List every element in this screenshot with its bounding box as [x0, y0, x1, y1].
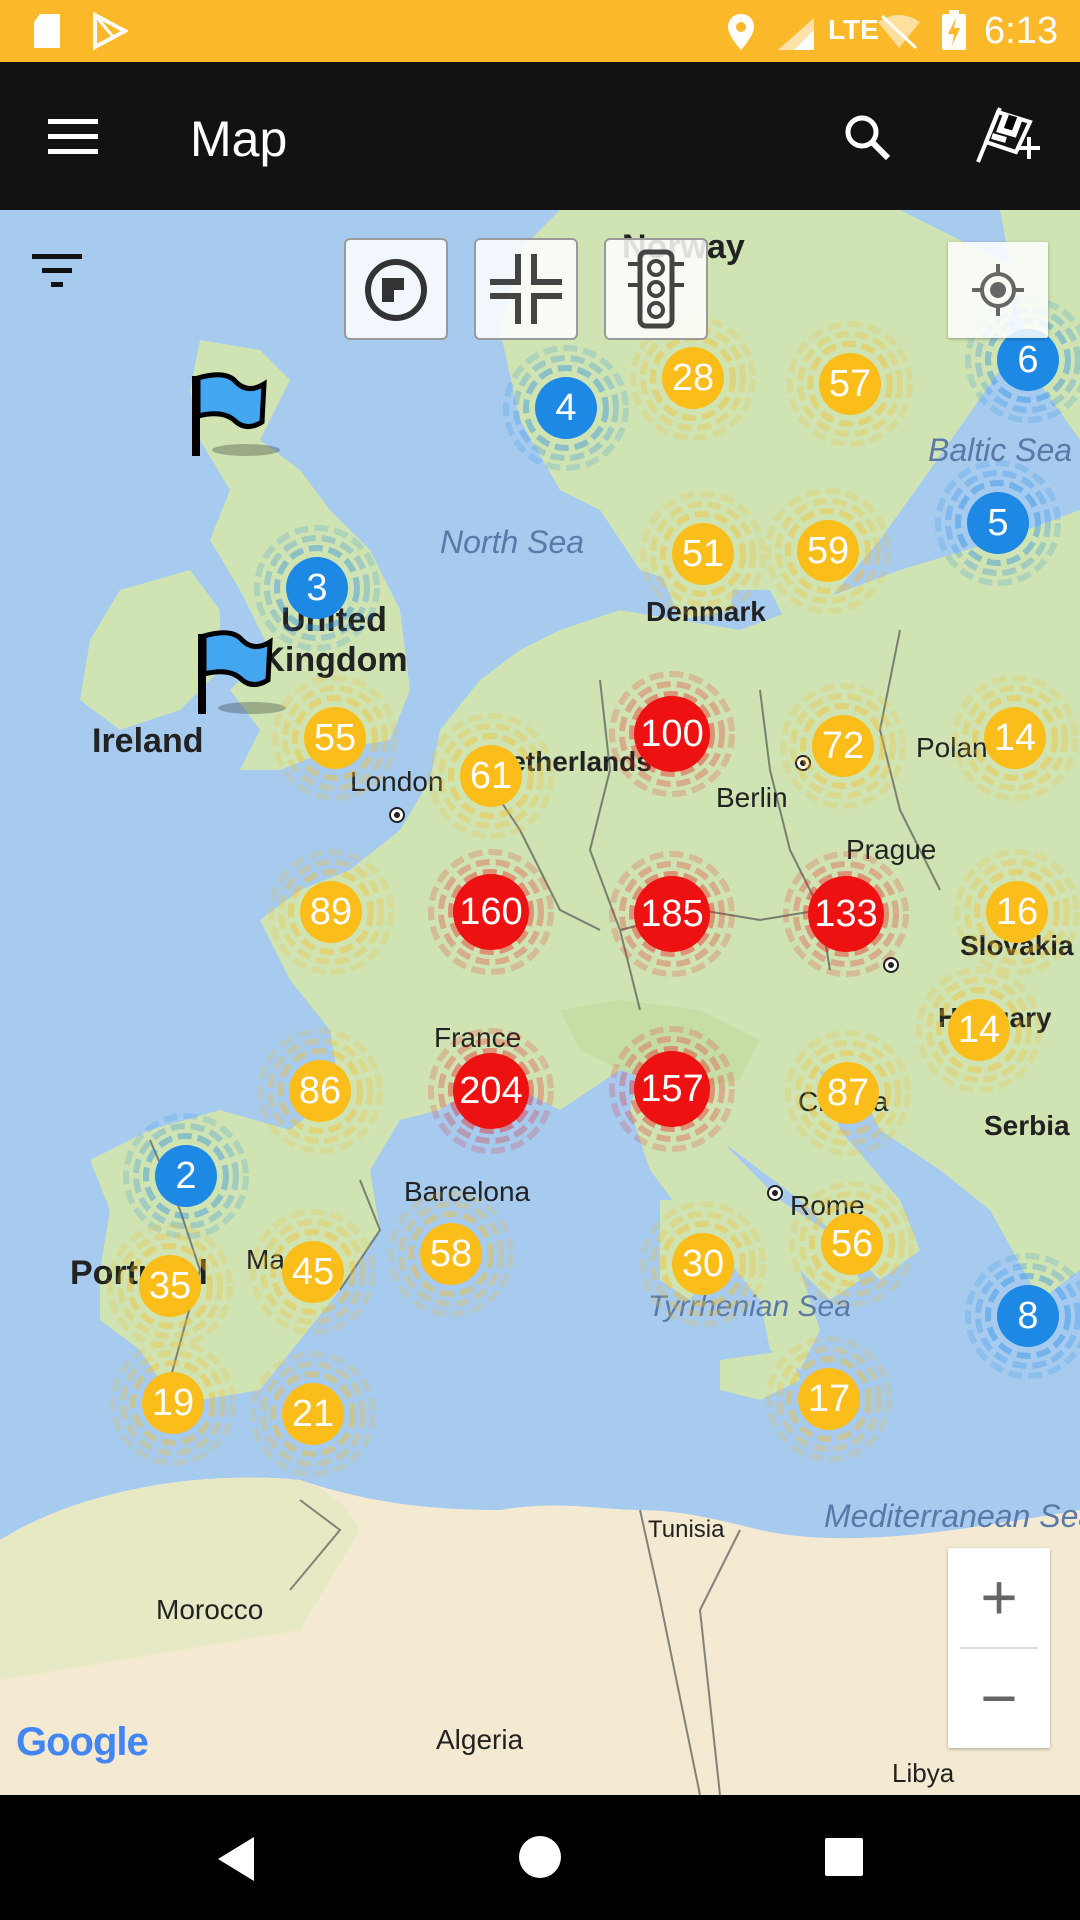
cluster-count: 19 — [151, 1382, 195, 1424]
recents-icon[interactable] — [824, 1837, 864, 1877]
page-title: Map — [190, 111, 288, 167]
cluster-marker-yellow[interactable]: 19 — [93, 1323, 253, 1483]
cluster-marker-yellow[interactable]: 58 — [371, 1174, 531, 1334]
traffic-light-icon — [628, 249, 684, 329]
play-store-icon — [93, 12, 128, 50]
cluster-count: 45 — [291, 1251, 335, 1293]
back-icon[interactable] — [214, 1835, 258, 1883]
cluster-marker-red[interactable]: 204 — [411, 1011, 571, 1171]
app-bar: Map — [0, 62, 1080, 210]
my-location-icon — [972, 264, 1024, 316]
cluster-marker-red[interactable]: 160 — [411, 832, 571, 992]
label-algeria: Algeria — [436, 1724, 524, 1755]
cluster-marker-yellow[interactable]: 14 — [935, 658, 1080, 818]
google-logo: Google — [16, 1720, 149, 1764]
zoom-controls: + − — [948, 1548, 1050, 1748]
cluster-count: 56 — [830, 1223, 874, 1265]
signal-icon — [778, 18, 814, 50]
cluster-marker-yellow[interactable]: 56 — [772, 1164, 932, 1324]
add-race-flag-icon[interactable] — [972, 102, 1042, 168]
cluster-marker-blue[interactable]: 3 — [237, 508, 397, 668]
cluster-marker-blue[interactable]: 4 — [486, 328, 646, 488]
label-ireland: Ireland — [92, 722, 204, 760]
label-north-sea: North Sea — [440, 524, 585, 560]
race-flag-icon[interactable] — [186, 370, 286, 470]
circuit-button[interactable] — [344, 238, 448, 340]
zoom-in-button[interactable]: + — [948, 1548, 1050, 1647]
cluster-count: 87 — [826, 1072, 870, 1114]
cluster-marker-red[interactable]: 185 — [592, 834, 752, 994]
cluster-count: 14 — [993, 717, 1037, 759]
cluster-count: 204 — [459, 1070, 523, 1112]
cluster-count: 59 — [806, 530, 850, 572]
cluster-marker-yellow[interactable]: 17 — [749, 1319, 909, 1479]
cluster-marker-blue[interactable]: 8 — [948, 1236, 1080, 1396]
cluster-marker-red[interactable]: 157 — [592, 1009, 752, 1169]
cluster-count: 89 — [309, 891, 353, 933]
battery-charging-icon — [942, 10, 966, 50]
filter-icon[interactable] — [30, 250, 86, 292]
cluster-count: 3 — [306, 567, 328, 609]
pit-lane-icon — [490, 254, 562, 324]
cluster-count: 100 — [640, 713, 704, 755]
menu-icon[interactable] — [46, 117, 100, 157]
status-bar: LTE 6:13 — [0, 0, 1080, 62]
cluster-count: 160 — [459, 891, 523, 933]
cluster-count: 185 — [640, 893, 704, 935]
cluster-count: 58 — [429, 1233, 473, 1275]
cluster-count: 72 — [821, 725, 865, 767]
cluster-marker-yellow[interactable]: 45 — [233, 1192, 393, 1352]
label-morocco: Morocco — [156, 1594, 264, 1625]
cluster-marker-blue[interactable]: 5 — [918, 443, 1078, 603]
cluster-count: 157 — [640, 1068, 704, 1110]
navigation-bar — [0, 1795, 1080, 1920]
cluster-count: 55 — [313, 717, 357, 759]
location-icon — [728, 14, 754, 50]
cluster-marker-yellow[interactable]: 57 — [770, 304, 930, 464]
home-icon[interactable] — [518, 1835, 562, 1879]
cluster-marker-yellow[interactable]: 21 — [233, 1334, 393, 1494]
label-serbia: Serbia — [984, 1110, 1070, 1141]
cluster-marker-yellow[interactable]: 72 — [763, 666, 923, 826]
status-time: 6:13 — [984, 10, 1058, 52]
search-icon[interactable] — [842, 112, 892, 162]
zoom-out-button[interactable]: − — [948, 1649, 1050, 1748]
pit-lane-button[interactable] — [474, 238, 578, 340]
cluster-marker-yellow[interactable]: 89 — [251, 832, 411, 992]
circuit-icon — [365, 259, 427, 321]
cluster-marker-yellow[interactable]: 55 — [255, 658, 415, 818]
label-tunisia: Tunisia — [648, 1516, 725, 1543]
cluster-count: 8 — [1017, 1295, 1039, 1337]
traffic-light-button[interactable] — [604, 238, 708, 340]
network-type: LTE — [828, 14, 879, 45]
cluster-count: 57 — [828, 363, 872, 405]
label-libya: Libya — [892, 1758, 955, 1788]
label-mediterranean-sea: Mediterranean Sea — [824, 1498, 1080, 1534]
cluster-count: 21 — [291, 1393, 335, 1435]
sd-card-icon — [34, 14, 60, 48]
cluster-count: 17 — [807, 1378, 851, 1420]
my-location-button[interactable] — [948, 242, 1048, 338]
wifi-off-icon — [878, 14, 920, 50]
cluster-count: 4 — [555, 387, 577, 429]
cluster-marker-yellow[interactable]: 59 — [748, 471, 908, 631]
cluster-marker-yellow[interactable]: 87 — [768, 1013, 928, 1173]
map-view[interactable]: Norway Baltic Sea North Sea Denmark Unit… — [0, 210, 1080, 1795]
cluster-count: 5 — [987, 502, 1009, 544]
cluster-marker-red[interactable]: 100 — [592, 654, 752, 814]
